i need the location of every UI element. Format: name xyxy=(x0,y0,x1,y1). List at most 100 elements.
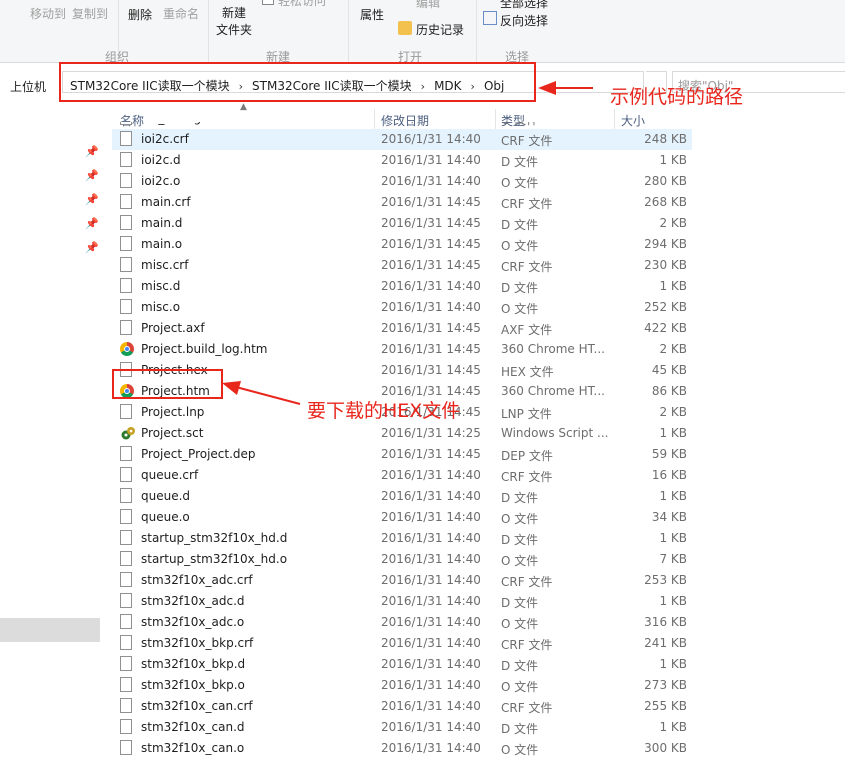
file-icon xyxy=(120,677,132,692)
file-type: O 文件 xyxy=(501,512,539,526)
file-row[interactable]: stm32f10x_adc.d 2016/1/31 14:40 D 文件 1 KB xyxy=(112,591,692,612)
file-size: 1 KB xyxy=(659,426,687,440)
file-row[interactable]: queue.crf 2016/1/31 14:40 CRF 文件 16 KB xyxy=(112,465,692,486)
file-icon xyxy=(120,215,132,230)
file-row[interactable]: ioi2c.o 2016/1/31 14:40 O 文件 280 KB xyxy=(112,171,692,192)
file-name: queue.o xyxy=(141,510,190,524)
file-row[interactable]: stm32f10x_adc.o 2016/1/31 14:40 O 文件 316 KB xyxy=(112,612,692,633)
file-name: main.o xyxy=(141,237,183,251)
select-all-button[interactable]: 全部选择 xyxy=(500,0,548,11)
file-row[interactable]: startup_stm32f10x_hd.d 2016/1/31 14:40 D 文… xyxy=(112,528,692,549)
file-row[interactable]: misc.d 2016/1/31 14:40 D 文件 1 KB xyxy=(112,276,692,297)
invert-selection-button[interactable]: 反向选择 xyxy=(500,12,548,29)
file-type: D 文件 xyxy=(501,218,539,232)
file-name: misc.crf xyxy=(141,258,189,272)
file-row[interactable]: stm32f10x_bkp.crf 2016/1/31 14:40 CRF 文件 24… xyxy=(112,633,692,654)
file-row[interactable]: Project_Project.dep 2016/1/31 14:45 DEP 文件… xyxy=(112,444,692,465)
file-type: HEX 文件 xyxy=(501,365,554,379)
copy-to-button[interactable]: 复制到 xyxy=(72,5,108,22)
file-date: 2016/1/31 14:45 xyxy=(381,216,481,230)
history-button[interactable]: 历史记录 xyxy=(416,21,464,38)
file-row[interactable]: ioi2c.crf 2016/1/31 14:40 CRF 文件 248 KB xyxy=(112,129,692,150)
file-type: CRF 文件 xyxy=(501,260,553,274)
move-to-button[interactable]: 移动到 xyxy=(30,5,66,22)
file-name: stm32f10x_bkp.crf xyxy=(141,636,254,650)
file-row[interactable]: queue.d 2016/1/31 14:40 D 文件 1 KB xyxy=(112,486,692,507)
file-size: 300 KB xyxy=(644,741,687,755)
file-icon xyxy=(120,299,132,314)
file-icon xyxy=(120,698,132,713)
file-name: stm32f10x_bkp.o xyxy=(141,678,245,692)
file-date: 2016/1/31 14:40 xyxy=(381,510,481,524)
file-row[interactable]: Project.build_log.htm 2016/1/31 14:45 360 … xyxy=(112,339,692,360)
file-date: 2016/1/31 14:40 xyxy=(381,279,481,293)
file-row[interactable]: main.d 2016/1/31 14:45 D 文件 2 KB xyxy=(112,213,692,234)
pin-icon: 📌 xyxy=(85,169,99,182)
file-list: hw_config.o 2016/1/31 14:40 O 文件 323 KB ioi2… xyxy=(112,111,692,759)
file-type: D 文件 xyxy=(501,533,539,547)
ribbon-separator xyxy=(208,0,209,62)
file-row[interactable]: main.crf 2016/1/31 14:45 CRF 文件 268 KB xyxy=(112,192,692,213)
file-type: CRF 文件 xyxy=(501,197,553,211)
file-size: 2 KB xyxy=(659,342,687,356)
file-row[interactable]: Project.sct 2016/1/31 14:25 Windows Script… xyxy=(112,423,692,444)
file-row[interactable]: Project.axf 2016/1/31 14:45 AXF 文件 422 KB xyxy=(112,318,692,339)
pin-icon: 📌 xyxy=(85,193,99,206)
file-name: stm32f10x_can.o xyxy=(141,741,245,755)
pin-icon: 📌 xyxy=(85,241,99,254)
file-type: O 文件 xyxy=(501,239,539,253)
file-size: 2 KB xyxy=(659,216,687,230)
ribbon-separator xyxy=(348,0,349,62)
file-type: D 文件 xyxy=(501,281,539,295)
file-row[interactable]: stm32f10x_bkp.d 2016/1/31 14:40 D 文件 1 KB xyxy=(112,654,692,675)
file-size: 241 KB xyxy=(644,636,687,650)
file-row[interactable]: stm32f10x_bkp.o 2016/1/31 14:40 O 文件 273 KB xyxy=(112,675,692,696)
file-type: CRF 文件 xyxy=(501,701,553,715)
file-size: 255 KB xyxy=(644,699,687,713)
file-date: 2016/1/31 14:45 xyxy=(381,342,481,356)
arrow-left-icon xyxy=(222,381,301,405)
file-row[interactable]: main.o 2016/1/31 14:45 O 文件 294 KB xyxy=(112,234,692,255)
file-name: misc.o xyxy=(141,300,181,314)
file-date: 2016/1/31 14:45 xyxy=(381,321,481,335)
delete-button[interactable]: 删除 xyxy=(128,6,152,23)
file-row[interactable]: misc.crf 2016/1/31 14:45 CRF 文件 230 KB xyxy=(112,255,692,276)
file-date: 2016/1/31 14:40 xyxy=(381,132,481,146)
new-folder-label-1[interactable]: 新建 xyxy=(222,4,246,21)
edit-button[interactable]: 编辑 xyxy=(416,0,440,11)
file-row[interactable]: ioi2c.d 2016/1/31 14:40 D 文件 1 KB xyxy=(112,150,692,171)
nav-selected-item[interactable] xyxy=(0,618,100,642)
easy-access-button[interactable]: 轻松访问 xyxy=(278,0,326,9)
rename-button[interactable]: 重命名 xyxy=(163,5,199,22)
file-date: 2016/1/31 14:40 xyxy=(381,300,481,314)
new-folder-label-2[interactable]: 文件夹 xyxy=(216,21,252,38)
file-date: 2016/1/31 14:40 xyxy=(381,720,481,734)
file-name: Project.axf xyxy=(141,321,205,335)
file-size: 1 KB xyxy=(659,657,687,671)
file-icon xyxy=(120,404,132,419)
file-date: 2016/1/31 14:40 xyxy=(381,531,481,545)
file-name: stm32f10x_can.crf xyxy=(141,699,253,713)
file-row[interactable]: stm32f10x_adc.crf 2016/1/31 14:40 CRF 文件 25… xyxy=(112,570,692,591)
file-row[interactable]: misc.o 2016/1/31 14:40 O 文件 252 KB xyxy=(112,297,692,318)
file-date: 2016/1/31 14:40 xyxy=(381,552,481,566)
file-row[interactable]: startup_stm32f10x_hd.o 2016/1/31 14:40 O 文… xyxy=(112,549,692,570)
file-icon xyxy=(120,257,132,272)
group-organize-label: 组织 xyxy=(105,50,130,63)
properties-button[interactable]: 属性 xyxy=(360,6,384,23)
file-row[interactable]: queue.o 2016/1/31 14:40 O 文件 34 KB xyxy=(112,507,692,528)
file-size: 252 KB xyxy=(644,300,687,314)
file-name: stm32f10x_adc.d xyxy=(141,594,245,608)
file-size: 280 KB xyxy=(644,174,687,188)
up-location-label[interactable]: 上位机 xyxy=(10,78,46,95)
file-row[interactable]: stm32f10x_can.crf 2016/1/31 14:40 CRF 文件 25… xyxy=(112,696,692,717)
file-date: 2016/1/31 14:40 xyxy=(381,573,481,587)
invert-selection-icon xyxy=(483,11,497,25)
file-row[interactable]: stm32f10x_can.o 2016/1/31 14:40 O 文件 300 KB xyxy=(112,738,692,759)
file-row[interactable]: stm32f10x_can.d 2016/1/31 14:40 D 文件 1 KB xyxy=(112,717,692,738)
file-type: O 文件 xyxy=(501,743,539,757)
file-name: hw_config.o xyxy=(141,111,213,125)
file-type: CRF 文件 xyxy=(501,575,553,589)
path-highlight-box xyxy=(59,62,536,102)
file-type: CRF 文件 xyxy=(501,638,553,652)
